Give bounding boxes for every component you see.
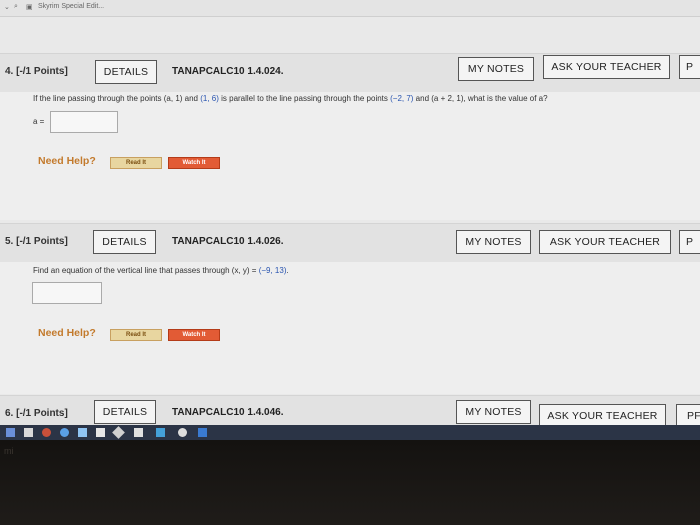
app-icon-2[interactable] <box>198 428 207 437</box>
practice-button[interactable]: P <box>679 230 700 254</box>
my-notes-button[interactable]: MY NOTES <box>456 230 531 254</box>
details-button[interactable]: DETAILS <box>94 400 156 424</box>
question-6-header: 6. [-/1 Points] DETAILS TANAPCALC10 1.4.… <box>0 395 700 428</box>
monitor-bezel <box>0 440 700 525</box>
mail-icon[interactable] <box>156 428 165 437</box>
question-number: 5. [-/1 Points] <box>5 236 68 247</box>
question-text: If the line passing through the points (… <box>33 94 548 103</box>
back-icon[interactable]: ⌄ <box>4 3 10 11</box>
need-help-label: Need Help? <box>38 155 96 167</box>
chrome-icon[interactable] <box>42 428 51 437</box>
question-number: 4. [-/1 Points] <box>5 66 68 77</box>
question-text: Find an equation of the vertical line th… <box>33 266 289 275</box>
folder-icon[interactable] <box>78 428 87 437</box>
watch-it-button[interactable]: Watch It <box>168 329 220 341</box>
need-help-label: Need Help? <box>38 327 96 339</box>
question-code: TANAPCALC10 1.4.026. <box>172 236 284 247</box>
details-button[interactable]: DETAILS <box>95 60 157 84</box>
tab-icon[interactable]: ▣ <box>26 3 33 11</box>
question-code: TANAPCALC10 1.4.024. <box>172 66 284 77</box>
app-icon[interactable] <box>178 428 187 437</box>
question-5-header: 5. [-/1 Points] DETAILS TANAPCALC10 1.4.… <box>0 223 700 263</box>
bezel-logo: mi <box>4 446 14 456</box>
my-notes-button[interactable]: MY NOTES <box>456 400 531 424</box>
ask-teacher-button[interactable]: ASK YOUR TEACHER <box>539 230 671 254</box>
question-4-header: 4. [-/1 Points] DETAILS TANAPCALC10 1.4.… <box>0 53 700 93</box>
photos-icon[interactable] <box>134 428 143 437</box>
my-notes-button[interactable]: MY NOTES <box>458 57 534 81</box>
practice-button[interactable]: P <box>679 55 700 79</box>
taskbar <box>0 425 700 440</box>
tab-label[interactable]: Skyrim Special Edit... <box>38 3 104 10</box>
question-number: 6. [-/1 Points] <box>5 408 68 419</box>
start-icon[interactable] <box>6 428 15 437</box>
screen: ⌄ ⌕ ▣ Skyrim Special Edit... 4. [-/1 Poi… <box>0 0 700 440</box>
read-it-button[interactable]: Read It <box>110 329 162 341</box>
browser-icon[interactable] <box>60 428 69 437</box>
ask-teacher-button[interactable]: ASK YOUR TEACHER <box>543 55 670 79</box>
answer-label: a = <box>33 117 45 126</box>
answer-input[interactable] <box>32 282 102 304</box>
watch-it-button[interactable]: Watch It <box>168 157 220 169</box>
read-it-button[interactable]: Read It <box>110 157 162 169</box>
search-icon[interactable]: ⌕ <box>14 3 18 11</box>
answer-input[interactable] <box>50 111 118 133</box>
question-code: TANAPCALC10 1.4.046. <box>172 407 284 418</box>
question-4-body: If the line passing through the points (… <box>0 92 700 220</box>
browser-toolbar: ⌄ ⌕ ▣ Skyrim Special Edit... <box>0 0 700 17</box>
question-5-body: Find an equation of the vertical line th… <box>0 262 700 394</box>
details-button[interactable]: DETAILS <box>93 230 156 254</box>
search-icon[interactable] <box>24 428 33 437</box>
store-icon[interactable] <box>96 428 105 437</box>
pin-icon[interactable] <box>112 426 125 439</box>
assignment-page: 4. [-/1 Points] DETAILS TANAPCALC10 1.4.… <box>0 17 700 428</box>
